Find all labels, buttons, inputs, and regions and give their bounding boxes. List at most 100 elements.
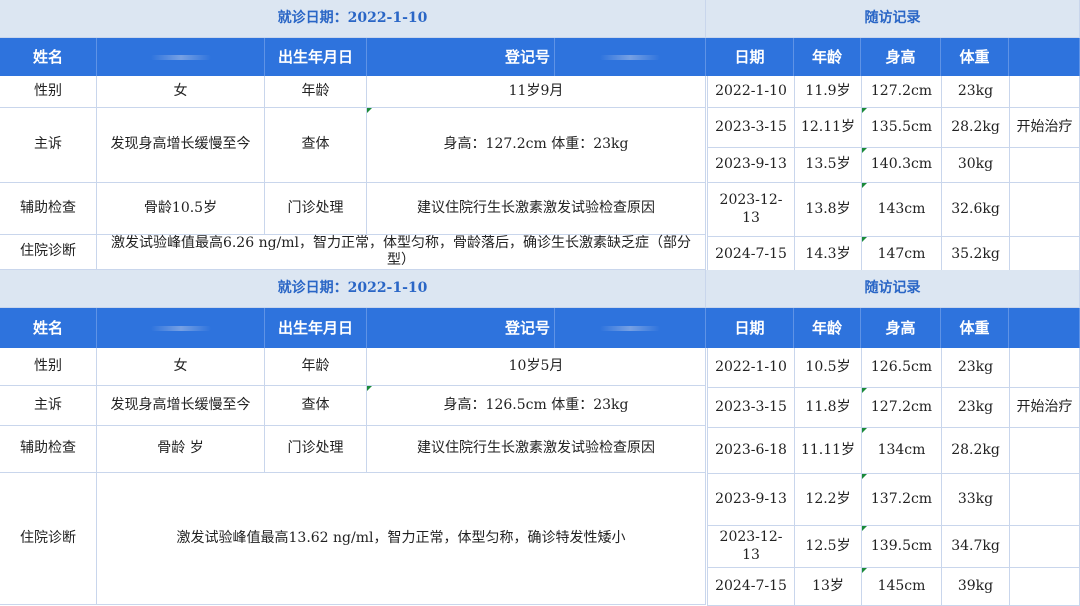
name-value-redacted xyxy=(97,308,265,348)
followup-note xyxy=(1010,348,1080,388)
followup-weight: 28.2kg xyxy=(942,108,1010,148)
followup-note: 开始治疗 xyxy=(1010,108,1080,148)
followup-weight: 23kg xyxy=(942,348,1010,388)
visit-date: 就诊日期：2022-1-10 xyxy=(0,0,706,38)
followup-weight: 35.2kg xyxy=(942,237,1010,274)
followup-row: 2023-9-13 13.5岁 140.3cm 30kg xyxy=(707,148,1080,183)
followup-height: 134cm xyxy=(862,428,942,474)
followup-date: 2023-9-13 xyxy=(707,148,795,183)
header-height: 身高 xyxy=(861,308,941,348)
followup-date: 2023-12-13 xyxy=(707,183,795,237)
followup-height: 147cm xyxy=(862,237,942,274)
followup-weight: 28.2kg xyxy=(942,428,1010,474)
followup-date: 2024-7-15 xyxy=(707,237,795,274)
followup-weight: 23kg xyxy=(942,76,1010,108)
followup-row: 2023-6-18 11.11岁 134cm 28.2kg xyxy=(707,428,1080,474)
followup-age: 12.2岁 xyxy=(795,474,862,526)
followup-row: 2024-7-15 14.3岁 147cm 35.2kg xyxy=(707,237,1080,274)
followup-age: 11.9岁 xyxy=(795,76,862,108)
followup-title: 随访记录 xyxy=(706,270,1080,308)
followup-note xyxy=(1010,568,1080,606)
clinic-label: 门诊处理 xyxy=(265,183,367,235)
complaint-value: 发现身高增长缓慢至今 xyxy=(97,108,265,183)
age-label: 年龄 xyxy=(265,348,367,386)
followup-weight: 23kg xyxy=(942,388,1010,428)
followup-note xyxy=(1010,183,1080,237)
diag-value: 激发试验峰值最高13.62 ng/ml，智力正常，体型匀称，确诊特发性矮小 xyxy=(97,473,706,605)
followup-row: 2023-12-13 13.8岁 143cm 32.6kg xyxy=(707,183,1080,237)
followup-height: 139.5cm xyxy=(862,526,942,568)
aux-label: 辅助检查 xyxy=(0,426,97,473)
followup-row: 2024-7-15 13岁 145cm 39kg xyxy=(707,568,1080,606)
aux-value: 骨龄10.5岁 xyxy=(97,183,265,235)
complaint-value: 发现身高增长缓慢至今 xyxy=(97,386,265,426)
aux-label: 辅助检查 xyxy=(0,183,97,235)
followup-height: 127.2cm xyxy=(862,388,942,428)
header-birth: 出生年月日 xyxy=(265,308,367,348)
header-name: 姓名 xyxy=(0,308,97,348)
followup-height: 143cm xyxy=(862,183,942,237)
header-age: 年龄 xyxy=(794,308,861,348)
name-value-redacted xyxy=(97,38,265,76)
followup-row: 2022-1-10 10.5岁 126.5cm 23kg xyxy=(707,348,1080,388)
age-value: 10岁5月 xyxy=(367,348,706,386)
followup-weight: 33kg xyxy=(942,474,1010,526)
reg-value-redacted xyxy=(555,38,706,76)
exam-label: 查体 xyxy=(265,108,367,183)
followup-age: 13.8岁 xyxy=(795,183,862,237)
header-birth: 出生年月日 xyxy=(265,38,367,76)
followup-row: 2023-12-13 12.5岁 139.5cm 34.7kg xyxy=(707,526,1080,568)
header-name: 姓名 xyxy=(0,38,97,76)
clinic-value: 建议住院行生长激素激发试验检查原因 xyxy=(367,183,706,235)
followup-date: 2023-6-18 xyxy=(707,428,795,474)
followup-age: 11.11岁 xyxy=(795,428,862,474)
header-date: 日期 xyxy=(706,308,794,348)
followup-note xyxy=(1010,474,1080,526)
header-height: 身高 xyxy=(861,38,941,76)
followup-age: 12.11岁 xyxy=(795,108,862,148)
header-reg: 登记号 xyxy=(367,38,555,76)
followup-note xyxy=(1010,237,1080,274)
followup-note xyxy=(1010,148,1080,183)
age-value: 11岁9月 xyxy=(367,76,706,108)
followup-height: 127.2cm xyxy=(862,76,942,108)
followup-age: 14.3岁 xyxy=(795,237,862,274)
followup-height: 137.2cm xyxy=(862,474,942,526)
header-reg: 登记号 xyxy=(367,308,555,348)
complaint-label: 主诉 xyxy=(0,108,97,183)
diag-value: 激发试验峰值最高6.26 ng/ml，智力正常，体型匀称，骨龄落后，确诊生长激素… xyxy=(97,235,706,270)
exam-value: 身高：126.5cm 体重：23kg xyxy=(367,386,706,426)
followup-age: 10.5岁 xyxy=(795,348,862,388)
age-label: 年龄 xyxy=(265,76,367,108)
followup-row: 2023-3-15 11.8岁 127.2cm 23kg 开始治疗 xyxy=(707,388,1080,428)
followup-height: 126.5cm xyxy=(862,348,942,388)
gender-value: 女 xyxy=(97,348,265,386)
followup-note xyxy=(1010,76,1080,108)
followup-date: 2022-1-10 xyxy=(707,76,795,108)
followup-age: 13.5岁 xyxy=(795,148,862,183)
followup-date: 2022-1-10 xyxy=(707,348,795,388)
complaint-label: 主诉 xyxy=(0,386,97,426)
header-weight: 体重 xyxy=(941,38,1009,76)
header-note xyxy=(1009,308,1080,348)
followup-row: 2023-3-15 12.11岁 135.5cm 28.2kg 开始治疗 xyxy=(707,108,1080,148)
gender-label: 性别 xyxy=(0,348,97,386)
followup-weight: 34.7kg xyxy=(942,526,1010,568)
followup-height: 135.5cm xyxy=(862,108,942,148)
gender-value: 女 xyxy=(97,76,265,108)
followup-weight: 32.6kg xyxy=(942,183,1010,237)
patient-record-2: 就诊日期：2022-1-10 随访记录 姓名 出生年月日 登记号 日期 年龄 身… xyxy=(0,270,1080,606)
followup-date: 2023-3-15 xyxy=(707,388,795,428)
followup-date: 2023-12-13 xyxy=(707,526,795,568)
followup-row: 2022-1-10 11.9岁 127.2cm 23kg xyxy=(707,76,1080,108)
header-note xyxy=(1009,38,1080,76)
followup-row: 2023-9-13 12.2岁 137.2cm 33kg xyxy=(707,474,1080,526)
followup-age: 13岁 xyxy=(795,568,862,606)
followup-date: 2023-9-13 xyxy=(707,474,795,526)
reg-value-redacted xyxy=(555,308,706,348)
followup-date: 2024-7-15 xyxy=(707,568,795,606)
header-date: 日期 xyxy=(706,38,794,76)
diag-label: 住院诊断 xyxy=(0,473,97,605)
followup-age: 12.5岁 xyxy=(795,526,862,568)
followup-weight: 30kg xyxy=(942,148,1010,183)
